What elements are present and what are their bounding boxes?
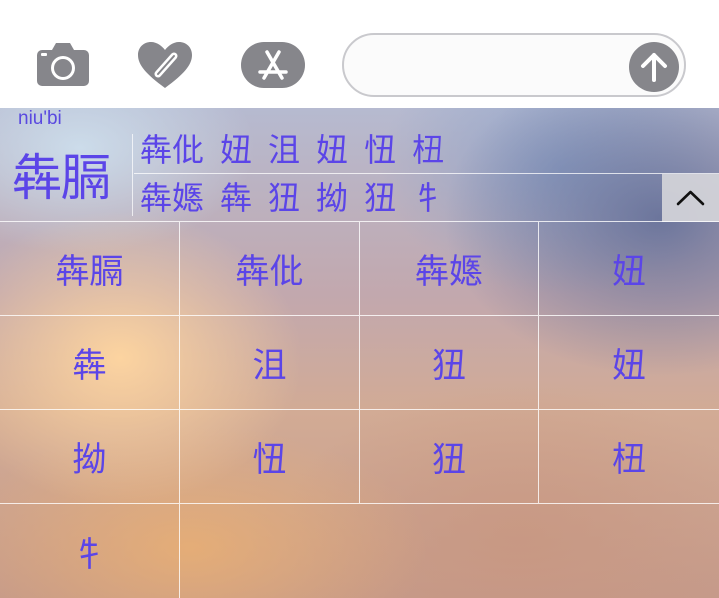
grid-candidate[interactable]: 犇嫕: [360, 221, 539, 315]
candidate-item[interactable]: 忸: [364, 128, 396, 172]
camera-icon[interactable]: [34, 40, 92, 90]
collapse-candidates-button[interactable]: [662, 174, 719, 222]
send-button[interactable]: [629, 42, 679, 92]
grid-candidate[interactable]: 狃: [360, 409, 539, 503]
digital-touch-heart-icon[interactable]: [136, 40, 194, 90]
candidate-item[interactable]: 妞: [220, 128, 252, 172]
candidate-divider: [132, 134, 133, 216]
candidate-item[interactable]: 狃: [364, 176, 396, 220]
candidate-item[interactable]: 妞: [316, 128, 348, 172]
grid-candidate[interactable]: 牜: [0, 503, 180, 598]
candidate-row-divider: [134, 173, 719, 174]
candidate-item[interactable]: 沮: [268, 128, 300, 172]
grid-candidate[interactable]: 沮: [180, 315, 360, 409]
candidate-row-1: 犇仳 妞 沮 妞 忸 杻: [140, 128, 460, 172]
candidate-item[interactable]: 犇: [220, 176, 252, 220]
grid-candidate[interactable]: 犇膈: [0, 221, 180, 315]
candidate-item[interactable]: 狃: [268, 176, 300, 220]
grid-empty-area: [180, 503, 719, 598]
candidate-item[interactable]: 牜: [412, 176, 444, 220]
arrow-up-icon: [641, 53, 667, 82]
grid-candidate[interactable]: 妞: [539, 315, 719, 409]
grid-candidate[interactable]: 杻: [539, 409, 719, 503]
grid-candidate[interactable]: 妞: [539, 221, 719, 315]
chevron-up-icon: [676, 190, 705, 206]
composed-text[interactable]: 犇膈: [12, 138, 111, 210]
candidate-item[interactable]: 犇仳: [140, 128, 204, 172]
message-toolbar: [0, 0, 719, 108]
grid-candidate[interactable]: 犇: [0, 315, 180, 409]
pinyin-text: niu'bi: [18, 108, 62, 129]
candidate-item[interactable]: 杻: [412, 128, 444, 172]
candidate-item[interactable]: 拗: [316, 176, 348, 220]
handwriting-keyboard: niu'bi 犇膈 犇仳 妞 沮 妞 忸 杻 犇嫕 犇 狃 拗 狃 牜 犇膈 犇…: [0, 108, 719, 598]
candidate-bar: niu'bi 犇膈 犇仳 妞 沮 妞 忸 杻 犇嫕 犇 狃 拗 狃 牜: [0, 108, 719, 222]
candidate-grid: 犇膈 犇仳 犇嫕 妞 犇 沮 狃 妞 拗 忸 狃 杻 牜: [0, 221, 719, 598]
candidate-row-2: 犇嫕 犇 狃 拗 狃 牜: [140, 176, 460, 220]
app-store-icon[interactable]: [240, 40, 306, 90]
grid-candidate[interactable]: 狃: [360, 315, 539, 409]
grid-candidate[interactable]: 忸: [180, 409, 360, 503]
grid-candidate[interactable]: 犇仳: [180, 221, 360, 315]
candidate-item[interactable]: 犇嫕: [140, 176, 204, 220]
grid-candidate[interactable]: 拗: [0, 409, 180, 503]
